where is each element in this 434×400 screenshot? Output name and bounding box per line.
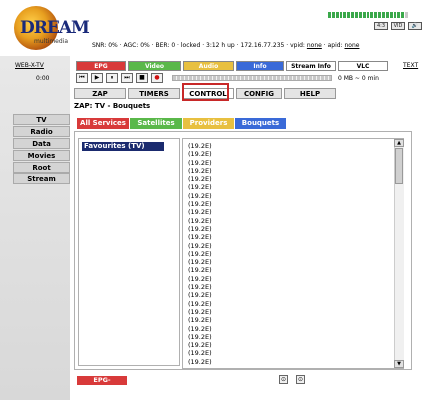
stop-button[interactable]: ■ — [136, 73, 148, 83]
playback-time: 0:00 — [36, 75, 50, 82]
channel-item[interactable]: (19.2E) — [188, 358, 388, 366]
header: DREAM multimedia 4:3 VID 🔊 SNR: 0% · AGC… — [0, 0, 434, 56]
play-button[interactable]: ▶ — [91, 73, 103, 83]
channel-item[interactable]: (19.2E) — [188, 208, 388, 216]
channel-item[interactable]: (19.2E) — [188, 333, 388, 341]
web-x-tv-link[interactable]: WEB-X-TV — [15, 62, 44, 69]
refresh-icon[interactable]: ⊙ — [279, 375, 288, 384]
channel-item[interactable]: (19.2E) — [188, 175, 388, 183]
menu-timers[interactable]: TIMERS — [128, 88, 180, 99]
channel-item[interactable]: (19.2E) — [188, 142, 388, 150]
scroll-thumb[interactable] — [395, 148, 403, 184]
signal-strength-bar — [328, 12, 409, 18]
sidebar-item-radio[interactable]: Radio — [13, 126, 70, 137]
menu-zap[interactable]: ZAP — [74, 88, 126, 99]
channel-item[interactable]: (19.2E) — [188, 291, 388, 299]
tab-epg[interactable]: EPG — [76, 61, 126, 71]
pause-button[interactable]: ⏸ — [106, 73, 118, 83]
sidebar-item-stream[interactable]: Stream — [13, 173, 70, 184]
channel-item[interactable]: (19.2E) — [188, 150, 388, 158]
bouquet-list[interactable] — [78, 138, 180, 366]
channel-item[interactable]: (19.2E) — [188, 242, 388, 250]
channel-item[interactable]: (19.2E) — [188, 349, 388, 357]
channel-item[interactable]: (19.2E) — [188, 341, 388, 349]
scroll-up-icon[interactable]: ▲ — [394, 139, 404, 147]
channel-item[interactable]: (19.2E) — [188, 183, 388, 191]
video-format-icon: VID — [391, 22, 405, 30]
channel-item[interactable]: (19.2E) — [188, 159, 388, 167]
tab-stream-info[interactable]: Stream Info — [286, 61, 336, 71]
channel-item[interactable]: (19.2E) — [188, 217, 388, 225]
rewind-button[interactable]: ⏮ — [76, 73, 88, 83]
channel-item[interactable]: (19.2E) — [188, 167, 388, 175]
channel-item[interactable]: (19.2E) — [188, 300, 388, 308]
text-link[interactable]: TEXT — [403, 62, 418, 69]
tab-audio[interactable]: Audio — [183, 61, 234, 71]
tab-all-services[interactable]: All Services — [77, 118, 129, 129]
status-line: SNR: 0% · AGC: 0% · BER: 0 · locked · 3:… — [92, 42, 360, 49]
channel-item[interactable]: (19.2E) — [188, 225, 388, 233]
tab-bouquets[interactable]: Bouquets — [235, 118, 286, 129]
channel-item[interactable]: (19.2E) — [188, 250, 388, 258]
scroll-down-icon[interactable]: ▼ — [394, 360, 404, 368]
menu-config[interactable]: CONFIG — [236, 88, 282, 99]
control-highlight-box — [182, 83, 229, 101]
record-button[interactable]: ● — [151, 73, 163, 83]
channel-item[interactable]: (19.2E) — [188, 316, 388, 324]
channel-item[interactable]: (19.2E) — [188, 200, 388, 208]
epg-overview-button[interactable]: EPG-Overview — [77, 376, 127, 393]
top-icons: 4:3 VID 🔊 — [374, 22, 422, 30]
channel-list[interactable]: (19.2E) (19.2E) (19.2E) (19.2E) (19.2E) (19.2… — [188, 142, 388, 366]
forward-button[interactable]: ⏭ — [121, 73, 133, 83]
tab-info[interactable]: Info — [236, 61, 284, 71]
channel-item[interactable]: (19.2E) — [188, 258, 388, 266]
audio-icon: 🔊 — [408, 22, 422, 30]
channel-item[interactable]: (19.2E) — [188, 275, 388, 283]
vpid-link[interactable]: none — [307, 42, 322, 49]
settings-icon[interactable]: ⊙ — [296, 375, 305, 384]
sidebar-item-movies[interactable]: Movies — [13, 150, 70, 161]
tab-vlc[interactable]: VLC — [338, 61, 388, 71]
bouquet-item-favourites[interactable]: Favourites (TV) — [82, 142, 164, 151]
sidebar-item-data[interactable]: Data — [13, 138, 70, 149]
apid-link[interactable]: none — [344, 42, 359, 49]
channel-item[interactable]: (19.2E) — [188, 325, 388, 333]
aspect-ratio-icon: 4:3 — [374, 22, 388, 30]
tab-video[interactable]: Video — [128, 61, 181, 71]
channel-item[interactable]: (19.2E) — [188, 308, 388, 316]
channel-item[interactable]: (19.2E) — [188, 233, 388, 241]
sidebar-item-tv[interactable]: TV — [13, 114, 70, 125]
dreambox-logo: DREAM multimedia — [6, 4, 90, 52]
sidebar-item-root[interactable]: Root — [13, 162, 70, 173]
recording-size: 0 MB ~ 0 min — [338, 75, 379, 82]
channel-item[interactable]: (19.2E) — [188, 283, 388, 291]
menu-help[interactable]: HELP — [284, 88, 336, 99]
left-column — [0, 56, 70, 400]
tab-providers[interactable]: Providers — [183, 118, 234, 129]
tab-satellites[interactable]: Satellites — [130, 118, 182, 129]
breadcrumb: ZAP: TV - Bouquets — [74, 102, 151, 110]
channel-item[interactable]: (19.2E) — [188, 266, 388, 274]
channel-item[interactable]: (19.2E) — [188, 192, 388, 200]
playback-progress-bar[interactable] — [172, 75, 332, 81]
